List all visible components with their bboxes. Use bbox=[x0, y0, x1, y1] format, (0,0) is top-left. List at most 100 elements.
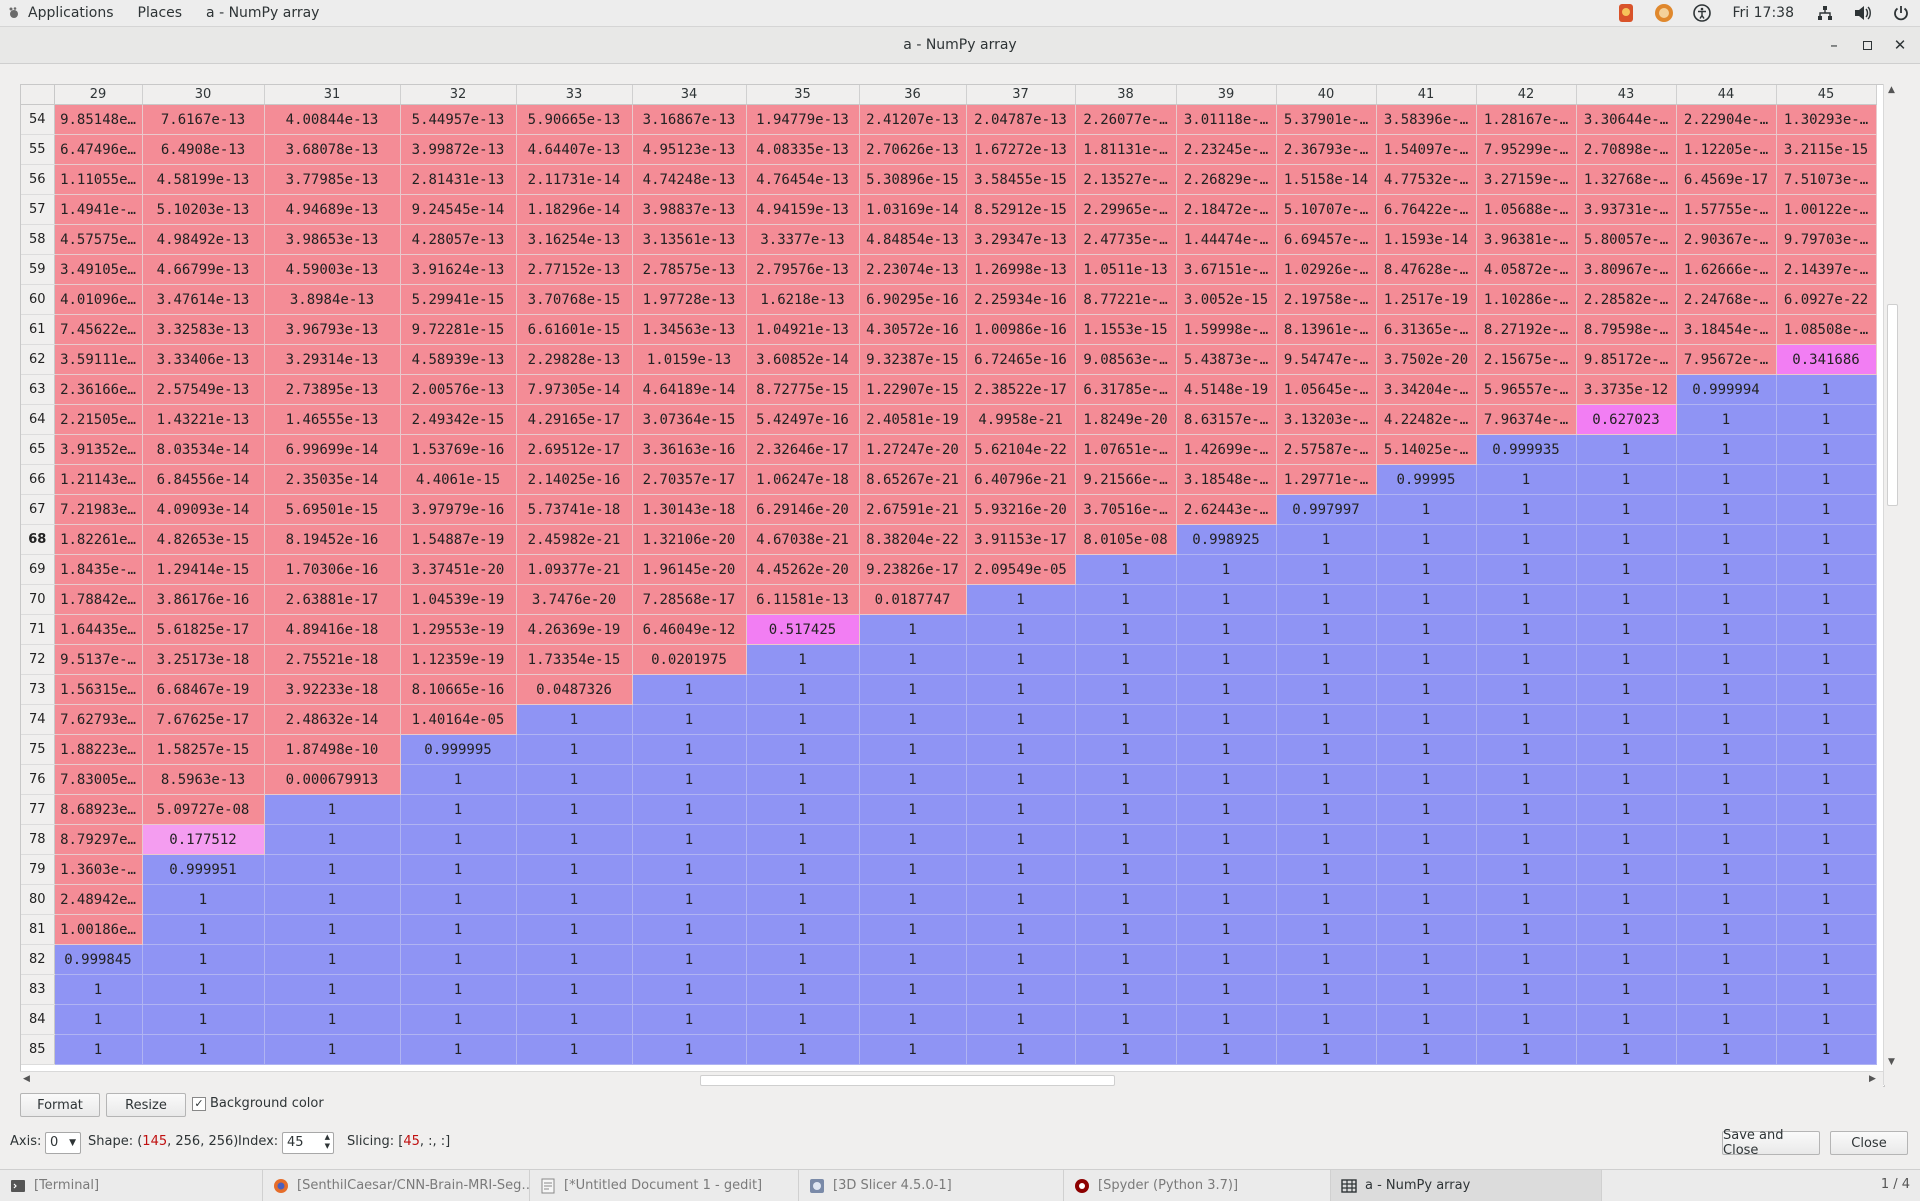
table-cell[interactable]: 1 bbox=[142, 1004, 265, 1035]
table-cell[interactable]: 7.95299e-… bbox=[1476, 134, 1577, 165]
table-cell[interactable]: 1.32106e-20 bbox=[632, 524, 747, 555]
row-header[interactable]: 60 bbox=[21, 284, 55, 315]
table-cell[interactable]: 3.13203e-… bbox=[1276, 404, 1377, 435]
table-cell[interactable]: 8.38204e-22 bbox=[859, 524, 967, 555]
table-cell[interactable]: 1.94779e-13 bbox=[746, 104, 860, 135]
row-header[interactable]: 70 bbox=[21, 584, 55, 615]
table-cell[interactable]: 1 bbox=[966, 764, 1076, 795]
table-cell[interactable]: 1.06247e-18 bbox=[746, 464, 860, 495]
table-cell[interactable]: 1.59998e-… bbox=[1176, 314, 1277, 345]
table-cell[interactable]: 3.91624e-13 bbox=[400, 254, 517, 285]
table-cell[interactable]: 2.26829e-… bbox=[1176, 164, 1277, 195]
table-cell[interactable]: 1 bbox=[1576, 704, 1677, 735]
table-cell[interactable]: 1 bbox=[966, 914, 1076, 945]
table-cell[interactable]: 4.98492e-13 bbox=[142, 224, 265, 255]
table-cell[interactable]: 3.93731e-… bbox=[1576, 194, 1677, 225]
table-cell[interactable]: 1 bbox=[400, 884, 517, 915]
table-cell[interactable]: 1 bbox=[1376, 974, 1477, 1005]
column-header[interactable]: 29 bbox=[54, 85, 143, 105]
row-header[interactable]: 84 bbox=[21, 1004, 55, 1035]
table-cell[interactable]: 1 bbox=[859, 854, 967, 885]
table-cell[interactable]: 1.0511e-13 bbox=[1075, 254, 1177, 285]
table-cell[interactable]: 4.59003e-13 bbox=[264, 254, 401, 285]
table-cell[interactable]: 3.07364e-15 bbox=[632, 404, 747, 435]
row-header[interactable]: 67 bbox=[21, 494, 55, 525]
table-cell[interactable]: 4.26369e-19 bbox=[516, 614, 633, 645]
table-cell[interactable]: 8.03534e-14 bbox=[142, 434, 265, 465]
table-cell[interactable]: 2.57587e-… bbox=[1276, 434, 1377, 465]
row-header[interactable]: 55 bbox=[21, 134, 55, 165]
row-header[interactable]: 57 bbox=[21, 194, 55, 225]
table-cell[interactable]: 2.28582e-… bbox=[1576, 284, 1677, 315]
table-cell[interactable]: 1 bbox=[400, 974, 517, 1005]
table-cell[interactable]: 1.12359e-19 bbox=[400, 644, 517, 675]
row-header[interactable]: 56 bbox=[21, 164, 55, 195]
table-cell[interactable]: 1 bbox=[1376, 554, 1477, 585]
table-cell[interactable]: 9.85148e… bbox=[54, 104, 143, 135]
table-cell[interactable]: 2.48632e-14 bbox=[264, 704, 401, 735]
table-cell[interactable]: 1 bbox=[1576, 494, 1677, 525]
table-cell[interactable]: 1 bbox=[400, 1004, 517, 1035]
table-cell[interactable]: 4.94159e-13 bbox=[746, 194, 860, 225]
table-cell[interactable]: 8.68923e… bbox=[54, 794, 143, 825]
table-cell[interactable]: 1 bbox=[1075, 1004, 1177, 1035]
table-cell[interactable]: 1 bbox=[142, 1034, 265, 1065]
maximize-button[interactable] bbox=[1851, 27, 1883, 63]
table-cell[interactable]: 1.21143e… bbox=[54, 464, 143, 495]
table-cell[interactable]: 1 bbox=[1576, 734, 1677, 765]
table-cell[interactable]: 1 bbox=[1476, 674, 1577, 705]
table-cell[interactable]: 3.80967e-… bbox=[1576, 254, 1677, 285]
table-cell[interactable]: 1 bbox=[859, 824, 967, 855]
table-cell[interactable]: 5.43873e-… bbox=[1176, 344, 1277, 375]
table-cell[interactable]: 1.27247e-20 bbox=[859, 434, 967, 465]
table-cell[interactable]: 0.0487326 bbox=[516, 674, 633, 705]
column-header[interactable]: 37 bbox=[966, 85, 1076, 105]
table-cell[interactable]: 1.10286e-… bbox=[1476, 284, 1577, 315]
table-cell[interactable]: 1 bbox=[1276, 614, 1377, 645]
table-cell[interactable]: 4.58199e-13 bbox=[142, 164, 265, 195]
taskbar-item-terminal[interactable]: [Terminal] bbox=[0, 1170, 263, 1201]
table-cell[interactable]: 1 bbox=[1176, 734, 1277, 765]
table-cell[interactable]: 1.42699e-… bbox=[1176, 434, 1277, 465]
row-header[interactable]: 74 bbox=[21, 704, 55, 735]
table-cell[interactable]: 2.49342e-15 bbox=[400, 404, 517, 435]
table-cell[interactable]: 3.96381e-… bbox=[1476, 224, 1577, 255]
table-cell[interactable]: 1.73354e-15 bbox=[516, 644, 633, 675]
table-cell[interactable]: 2.63881e-17 bbox=[264, 584, 401, 615]
table-cell[interactable]: 4.08335e-13 bbox=[746, 134, 860, 165]
table-cell[interactable]: 3.30644e-… bbox=[1576, 104, 1677, 135]
table-cell[interactable]: 4.94689e-13 bbox=[264, 194, 401, 225]
table-cell[interactable]: 1 bbox=[1676, 434, 1777, 465]
row-header[interactable]: 62 bbox=[21, 344, 55, 375]
table-cell[interactable]: 1 bbox=[1276, 524, 1377, 555]
table-cell[interactable]: 1 bbox=[859, 1004, 967, 1035]
app-indicator-2-icon[interactable] bbox=[1653, 2, 1675, 24]
table-cell[interactable]: 1 bbox=[1676, 584, 1777, 615]
table-cell[interactable]: 4.5148e-19 bbox=[1176, 374, 1277, 405]
table-cell[interactable]: 3.34204e-… bbox=[1376, 374, 1477, 405]
table-cell[interactable]: 1 bbox=[1676, 614, 1777, 645]
table-cell[interactable]: 6.69457e-… bbox=[1276, 224, 1377, 255]
table-cell[interactable]: 4.09093e-14 bbox=[142, 494, 265, 525]
table-cell[interactable]: 7.45622e… bbox=[54, 314, 143, 345]
save-and-close-button[interactable]: Save and Close bbox=[1722, 1128, 1820, 1158]
minimize-button[interactable]: – bbox=[1818, 27, 1850, 63]
column-header[interactable]: 33 bbox=[516, 85, 633, 105]
table-cell[interactable]: 2.62443e-… bbox=[1176, 494, 1277, 525]
table-cell[interactable]: 0.999951 bbox=[142, 854, 265, 885]
row-header[interactable]: 79 bbox=[21, 854, 55, 885]
table-cell[interactable]: 8.47628e-… bbox=[1376, 254, 1477, 285]
table-cell[interactable]: 1 bbox=[859, 884, 967, 915]
table-cell[interactable]: 1 bbox=[142, 974, 265, 1005]
table-cell[interactable]: 1 bbox=[1476, 824, 1577, 855]
scroll-up-icon[interactable]: ▲ bbox=[1888, 85, 1895, 95]
table-cell[interactable]: 2.70626e-13 bbox=[859, 134, 967, 165]
column-header[interactable]: 41 bbox=[1376, 85, 1477, 105]
table-cell[interactable]: 1 bbox=[1176, 794, 1277, 825]
table-cell[interactable]: 1.56315e… bbox=[54, 674, 143, 705]
column-header[interactable]: 43 bbox=[1576, 85, 1677, 105]
table-cell[interactable]: 1.26998e-13 bbox=[966, 254, 1076, 285]
table-cell[interactable]: 3.7502e-20 bbox=[1376, 344, 1477, 375]
table-cell[interactable]: 0.0201975 bbox=[632, 644, 747, 675]
table-cell[interactable]: 2.09549e-05 bbox=[966, 554, 1076, 585]
